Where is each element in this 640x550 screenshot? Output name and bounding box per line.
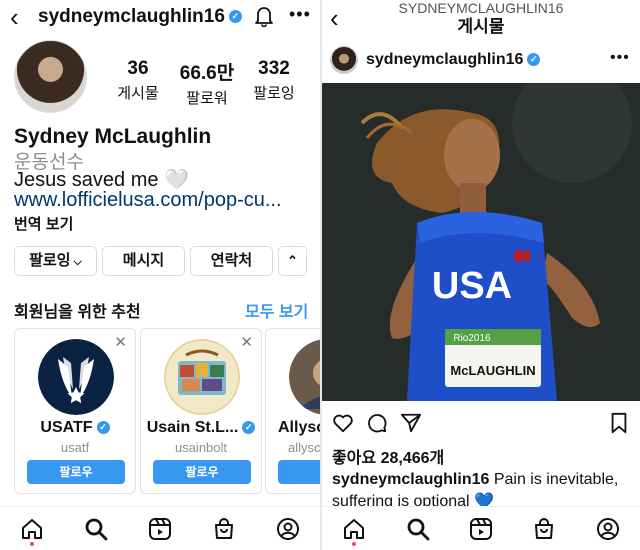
card-name: Allysc bbox=[278, 419, 320, 436]
stat-followers[interactable]: 66.6만 팔로워 bbox=[176, 58, 238, 108]
chevron-up-icon: ⌃ bbox=[287, 253, 298, 268]
card-name: USATF ✓ bbox=[15, 419, 135, 437]
back-icon[interactable]: ‹ bbox=[10, 4, 19, 30]
profile-screen: ‹ sydneymclaughlin16 ✓ ••• 36 게시물 66.6만 팔로워… bbox=[0, 0, 320, 550]
more-icon[interactable]: ••• bbox=[610, 49, 630, 67]
suggestion-card-allysc[interactable]: Allysc allysc 팔 bbox=[265, 328, 320, 494]
bookmark-icon[interactable] bbox=[608, 412, 630, 434]
contact-button[interactable]: 연락처 bbox=[190, 246, 273, 276]
likes-count[interactable]: 좋아요 28,466개 bbox=[332, 444, 444, 468]
stat-following[interactable]: 332 팔로잉 bbox=[249, 58, 299, 103]
card-handle: allysc bbox=[288, 440, 320, 455]
bib-top-text: Rio2016 bbox=[453, 333, 491, 344]
close-icon[interactable]: ✕ bbox=[240, 333, 253, 351]
comment-icon[interactable] bbox=[366, 412, 388, 434]
usatf-avatar bbox=[38, 339, 114, 415]
header-title: 게시물 bbox=[457, 17, 505, 36]
chevron-down-icon: ⌵ bbox=[73, 256, 82, 268]
profile-avatar[interactable] bbox=[14, 40, 87, 113]
bottom-nav bbox=[0, 506, 320, 550]
card-handle: usainbolt bbox=[174, 440, 228, 455]
verified-icon: ✓ bbox=[96, 421, 110, 435]
close-icon[interactable]: ✕ bbox=[114, 333, 127, 351]
recommend-title: 회원님을 위한 추천 bbox=[14, 304, 141, 321]
allysc-avatar bbox=[289, 339, 320, 415]
jersey-text: USA bbox=[432, 265, 512, 307]
reels-icon[interactable] bbox=[469, 517, 493, 541]
bottom-nav bbox=[322, 506, 640, 550]
profile-name: Sydney McLaughlin bbox=[14, 125, 212, 148]
home-icon[interactable] bbox=[20, 517, 44, 541]
post-avatar[interactable] bbox=[330, 46, 358, 74]
profile-header: ‹ sydneymclaughlin16 ✓ ••• bbox=[0, 0, 320, 34]
more-icon[interactable]: ••• bbox=[289, 4, 311, 25]
profile-link[interactable]: www.lofficielusa.com/pop-cu... bbox=[14, 189, 282, 212]
card-handle: usatf bbox=[60, 440, 90, 455]
suggestions-toggle-button[interactable]: ⌃ bbox=[278, 246, 307, 276]
notification-dot bbox=[352, 542, 356, 546]
translate-link[interactable]: 번역 보기 bbox=[14, 213, 73, 234]
verified-icon: ✓ bbox=[228, 10, 242, 24]
bib-text: McLAUGHLIN bbox=[450, 363, 535, 378]
suggestion-card-usatf[interactable]: ✕ USATF ✓ usatf 팔로우 bbox=[14, 328, 136, 494]
post-photo[interactable]: USA Rio2016 McLAUGHLIN bbox=[322, 83, 640, 401]
message-button[interactable]: 메시지 bbox=[102, 246, 185, 276]
heart-icon[interactable] bbox=[332, 412, 354, 434]
shop-icon[interactable] bbox=[532, 517, 556, 541]
card-name: Usain St.L... ✓ bbox=[141, 419, 261, 437]
caption-username[interactable]: sydneymclaughlin16 bbox=[332, 471, 489, 488]
verified-icon: ✓ bbox=[527, 53, 541, 67]
shop-icon[interactable] bbox=[212, 517, 236, 541]
profile-icon[interactable] bbox=[276, 517, 300, 541]
bell-icon[interactable] bbox=[254, 5, 274, 27]
follow-button[interactable]: 팔 bbox=[278, 460, 320, 484]
home-icon[interactable] bbox=[342, 517, 366, 541]
post-screen: ‹ SYDNEYMCLAUGHLIN16 게시물 sydneymclaughli… bbox=[322, 0, 640, 550]
verified-icon: ✓ bbox=[242, 421, 256, 435]
search-icon[interactable] bbox=[406, 517, 430, 541]
following-button[interactable]: 팔로잉 ⌵ bbox=[14, 246, 97, 276]
stat-posts[interactable]: 36 게시물 bbox=[112, 58, 164, 103]
header-username: sydneymclaughlin16 ✓ bbox=[38, 6, 242, 28]
follow-button[interactable]: 팔로우 bbox=[27, 460, 125, 484]
profile-icon[interactable] bbox=[596, 517, 620, 541]
notification-dot bbox=[30, 542, 34, 546]
usainbolt-avatar bbox=[164, 339, 240, 415]
suggestion-card-usainbolt[interactable]: ✕ Usain St.L... ✓ usainbolt 팔로우 bbox=[140, 328, 262, 494]
post-username: sydneymclaughlin16 ✓ bbox=[366, 51, 541, 69]
reels-icon[interactable] bbox=[148, 517, 172, 541]
share-icon[interactable] bbox=[400, 412, 422, 434]
search-icon[interactable] bbox=[84, 517, 108, 541]
see-all-link[interactable]: 모두 보기 bbox=[245, 298, 308, 322]
follow-button[interactable]: 팔로우 bbox=[153, 460, 251, 484]
